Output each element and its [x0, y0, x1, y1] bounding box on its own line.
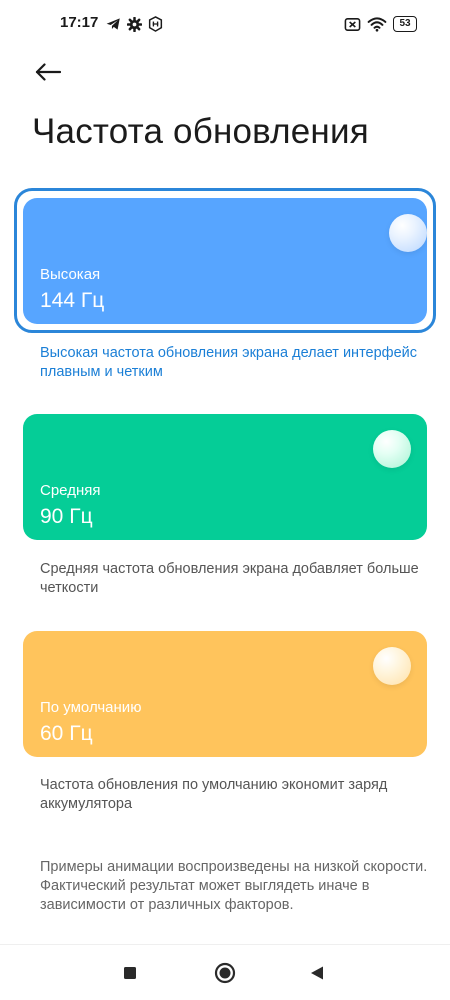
option-value: 90 Гц	[40, 505, 93, 528]
option-description-high: Высокая частота обновления экрана делает…	[40, 345, 418, 380]
system-back-button[interactable]	[305, 961, 329, 985]
animation-footnote: Примеры анимации воспроизведены на низко…	[40, 859, 428, 913]
recents-button[interactable]	[118, 961, 142, 985]
no-sim-icon	[344, 17, 361, 31]
option-value: 60 Гц	[40, 722, 93, 745]
option-description-default: Частота обновления по умолчанию экономит…	[40, 777, 388, 812]
navigation-bar	[0, 944, 450, 1000]
battery-icon: 53	[393, 16, 417, 32]
option-card-high[interactable]: Высокая 144 Гц	[23, 198, 427, 324]
battery-level: 53	[399, 18, 411, 29]
option-label: Средняя	[40, 482, 101, 499]
orb-animation-icon	[389, 214, 427, 252]
hd-shield-icon	[148, 16, 163, 32]
option-value: 144 Гц	[40, 289, 105, 312]
gear-icon	[127, 16, 142, 32]
arrow-left-icon	[35, 63, 61, 81]
home-button[interactable]	[213, 961, 237, 985]
wifi-icon	[367, 17, 387, 32]
option-label: По умолчанию	[40, 699, 142, 716]
back-triangle-icon	[311, 966, 323, 980]
status-time: 17:17	[60, 14, 99, 31]
option-description-medium: Средняя частота обновления экрана добавл…	[40, 561, 419, 596]
telegram-icon	[106, 18, 120, 30]
status-bar: 17:17 53	[0, 0, 450, 48]
status-left-icons	[106, 14, 163, 34]
orb-animation-icon	[373, 430, 411, 468]
back-button[interactable]	[30, 56, 66, 88]
orb-animation-icon	[373, 647, 411, 685]
option-card-medium[interactable]: Средняя 90 Гц	[23, 414, 427, 540]
home-circle-icon	[214, 962, 236, 984]
option-label: Высокая	[40, 266, 101, 283]
status-right-icons: 53	[344, 13, 417, 35]
option-card-default[interactable]: По умолчанию 60 Гц	[23, 631, 427, 757]
recents-square-icon	[124, 967, 136, 979]
page-title: Частота обновления	[32, 112, 369, 151]
